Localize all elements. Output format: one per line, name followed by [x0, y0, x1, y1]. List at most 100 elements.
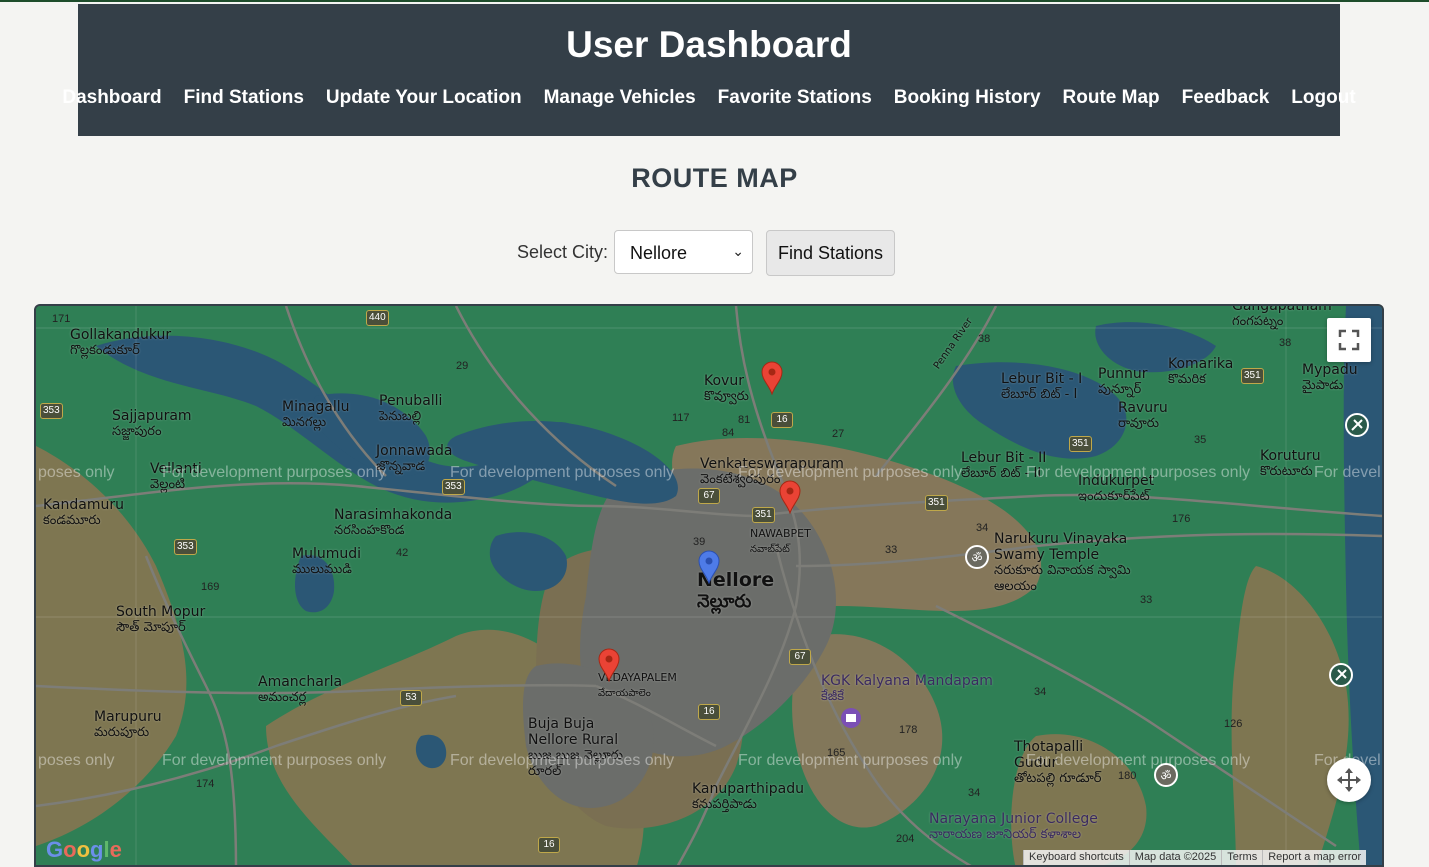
place-kgk-mandapam: KGK Kalyana Mandapam కేజీకే — [821, 673, 993, 704]
road-number: 126 — [1224, 718, 1243, 730]
map-attribution: Keyboard shortcuts Map data ©2025 Terms … — [1023, 850, 1367, 865]
place-marupuru: Marupuru మరుపూరు — [94, 709, 162, 740]
station-marker-icon[interactable] — [779, 480, 801, 514]
road-number: 117 — [672, 412, 690, 424]
watermark: For development purposes only — [162, 752, 387, 769]
watermark: For development purposes only — [450, 752, 675, 769]
road-shield: 353 — [174, 539, 197, 555]
report-map-error-link[interactable]: Report a map error — [1262, 850, 1367, 865]
place-lebur-bit-1: Lebur Bit - I లేబూర్ బిట్ - I — [1001, 371, 1083, 402]
road-number: 180 — [1118, 770, 1137, 782]
road-number: 33 — [885, 544, 898, 556]
nav-route-map[interactable]: Route Map — [1052, 86, 1171, 110]
watermark: poses only — [38, 752, 115, 769]
place-south-mopur: South Mopur సౌత్ మోపూర్ — [116, 604, 206, 635]
road-shield: 353 — [40, 403, 63, 419]
nav-manage-vehicles[interactable]: Manage Vehicles — [533, 86, 707, 110]
road-number: 38 — [1279, 337, 1292, 349]
venue-poi-icon[interactable] — [839, 706, 863, 730]
main-nav: Dashboard Find Stations Update Your Loca… — [62, 86, 1355, 110]
place-komarika: Komarika కొమరిక — [1168, 356, 1234, 387]
watermark: poses only — [38, 464, 115, 481]
place-narasimhakonda: Narasimhakonda నరసింహకొండ — [334, 507, 453, 538]
watermark: For development purposes only — [1026, 464, 1251, 481]
place-nawabpet: NAWABPET నవాబ్‌పేట్ — [750, 527, 811, 555]
watermark: For development purposes only — [1026, 752, 1251, 769]
place-jonnawada: Jonnawada జొన్నవాడ — [376, 443, 453, 474]
road-number: 84 — [722, 427, 735, 439]
fullscreen-icon — [1338, 329, 1360, 351]
route-map-heading: ROUTE MAP — [631, 163, 798, 193]
temple-poi-icon[interactable]: ॐ — [1153, 762, 1179, 788]
road-number: 38 — [978, 333, 991, 345]
top-rule — [0, 0, 1429, 2]
page-header-title: User Dashboard — [566, 24, 852, 65]
route-map[interactable]: Gollakandukur గొల్లకండుకూర్ Sajjapuram సజ్… — [34, 304, 1384, 867]
nav-favorite-stations[interactable]: Favorite Stations — [707, 86, 883, 110]
nav-dashboard[interactable]: Dashboard — [51, 86, 172, 110]
find-stations-button[interactable]: Find Stations — [766, 230, 895, 276]
park-poi-icon[interactable] — [1344, 412, 1370, 438]
station-marker-icon[interactable] — [761, 361, 783, 395]
road-number: 42 — [396, 547, 409, 559]
place-gollakandukur: Gollakandukur గొల్లకండుకూర్ — [70, 327, 172, 358]
road-shield: 351 — [925, 495, 948, 511]
road-number: 176 — [1172, 513, 1191, 525]
road-number: 29 — [456, 360, 469, 372]
road-number: 34 — [968, 787, 981, 799]
user-location-marker-icon[interactable] — [698, 550, 720, 584]
fullscreen-button[interactable] — [1327, 318, 1371, 362]
place-amancharla: Amancharla అమంచర్ల — [258, 674, 343, 705]
road-number: 204 — [896, 833, 915, 845]
road-shield: 351 — [1069, 436, 1092, 452]
pan-arrows-icon — [1337, 768, 1361, 792]
watermark: For development purposes only — [162, 464, 387, 481]
place-minagallu: Minagallu మినగల్లు — [282, 399, 350, 430]
road-shield: 351 — [1241, 368, 1264, 384]
road-number: 34 — [976, 522, 989, 534]
watermark: For development purposes only — [450, 464, 675, 481]
road-number: 171 — [52, 313, 71, 325]
svg-text:ॐ: ॐ — [1161, 769, 1172, 783]
city-select[interactable]: Nellore ⌄ — [614, 230, 753, 274]
keyboard-shortcuts-link[interactable]: Keyboard shortcuts — [1023, 850, 1129, 865]
place-sajjapuram: Sajjapuram సజ్జాపురం — [112, 408, 192, 439]
svg-text:ॐ: ॐ — [972, 551, 983, 565]
nav-update-location[interactable]: Update Your Location — [315, 86, 533, 110]
place-ravuru: Ravuru రావూరు — [1118, 400, 1168, 431]
city-select-value: Nellore — [630, 243, 688, 263]
map-data-text: Map data ©2025 — [1128, 850, 1222, 865]
place-kanuparthipadu: Kanuparthipadu కనుపర్తిపాడు — [692, 781, 804, 812]
place-koruturu: Koruturu కొరుటూరు — [1260, 448, 1321, 479]
terms-link[interactable]: Terms — [1221, 850, 1263, 865]
road-number: 169 — [201, 581, 220, 593]
place-mypadu: Mypadu మైపాడు — [1302, 362, 1358, 393]
park-poi-icon[interactable] — [1328, 662, 1354, 688]
road-shield: 16 — [538, 837, 560, 853]
station-marker-icon[interactable] — [598, 648, 620, 682]
road-number: 33 — [1140, 594, 1153, 606]
road-shield: 440 — [366, 310, 389, 326]
watermark: For devel — [1314, 464, 1381, 481]
city-controls: Select City: Nellore ⌄ Find Stations — [0, 230, 1429, 276]
road-shield: 67 — [698, 488, 720, 504]
road-number: 35 — [1194, 434, 1207, 446]
nav-booking-history[interactable]: Booking History — [883, 86, 1052, 110]
camera-control-button[interactable] — [1327, 758, 1371, 802]
google-logo[interactable]: Google — [46, 837, 122, 863]
place-mulumudi: Mulumudi ములుముడి — [292, 546, 362, 577]
road-shield: 16 — [698, 704, 720, 720]
temple-poi-icon[interactable]: ॐ — [964, 544, 990, 570]
road-number: 27 — [832, 428, 845, 440]
place-gangapatnam: Gangapatnam గంగపట్నం — [1232, 304, 1332, 329]
nav-find-stations[interactable]: Find Stations — [173, 86, 315, 110]
road-number: 174 — [196, 778, 215, 790]
place-narayana-college: Narayana Junior College నారాయణ జూనియర్ కళ… — [929, 811, 1098, 842]
nav-feedback[interactable]: Feedback — [1171, 86, 1281, 110]
road-shield: 16 — [771, 412, 793, 428]
place-nellore-rural: Buja Buja Nellore Rural బుజ బుజ నెల్లూరు … — [528, 716, 624, 779]
watermark: For development purposes only — [738, 464, 963, 481]
place-vinayaka-temple: Narukuru Vinayaka Swamy Temple నరుకూరు వి… — [994, 531, 1131, 594]
nav-logout[interactable]: Logout — [1280, 86, 1366, 110]
road-number: 81 — [738, 414, 751, 426]
